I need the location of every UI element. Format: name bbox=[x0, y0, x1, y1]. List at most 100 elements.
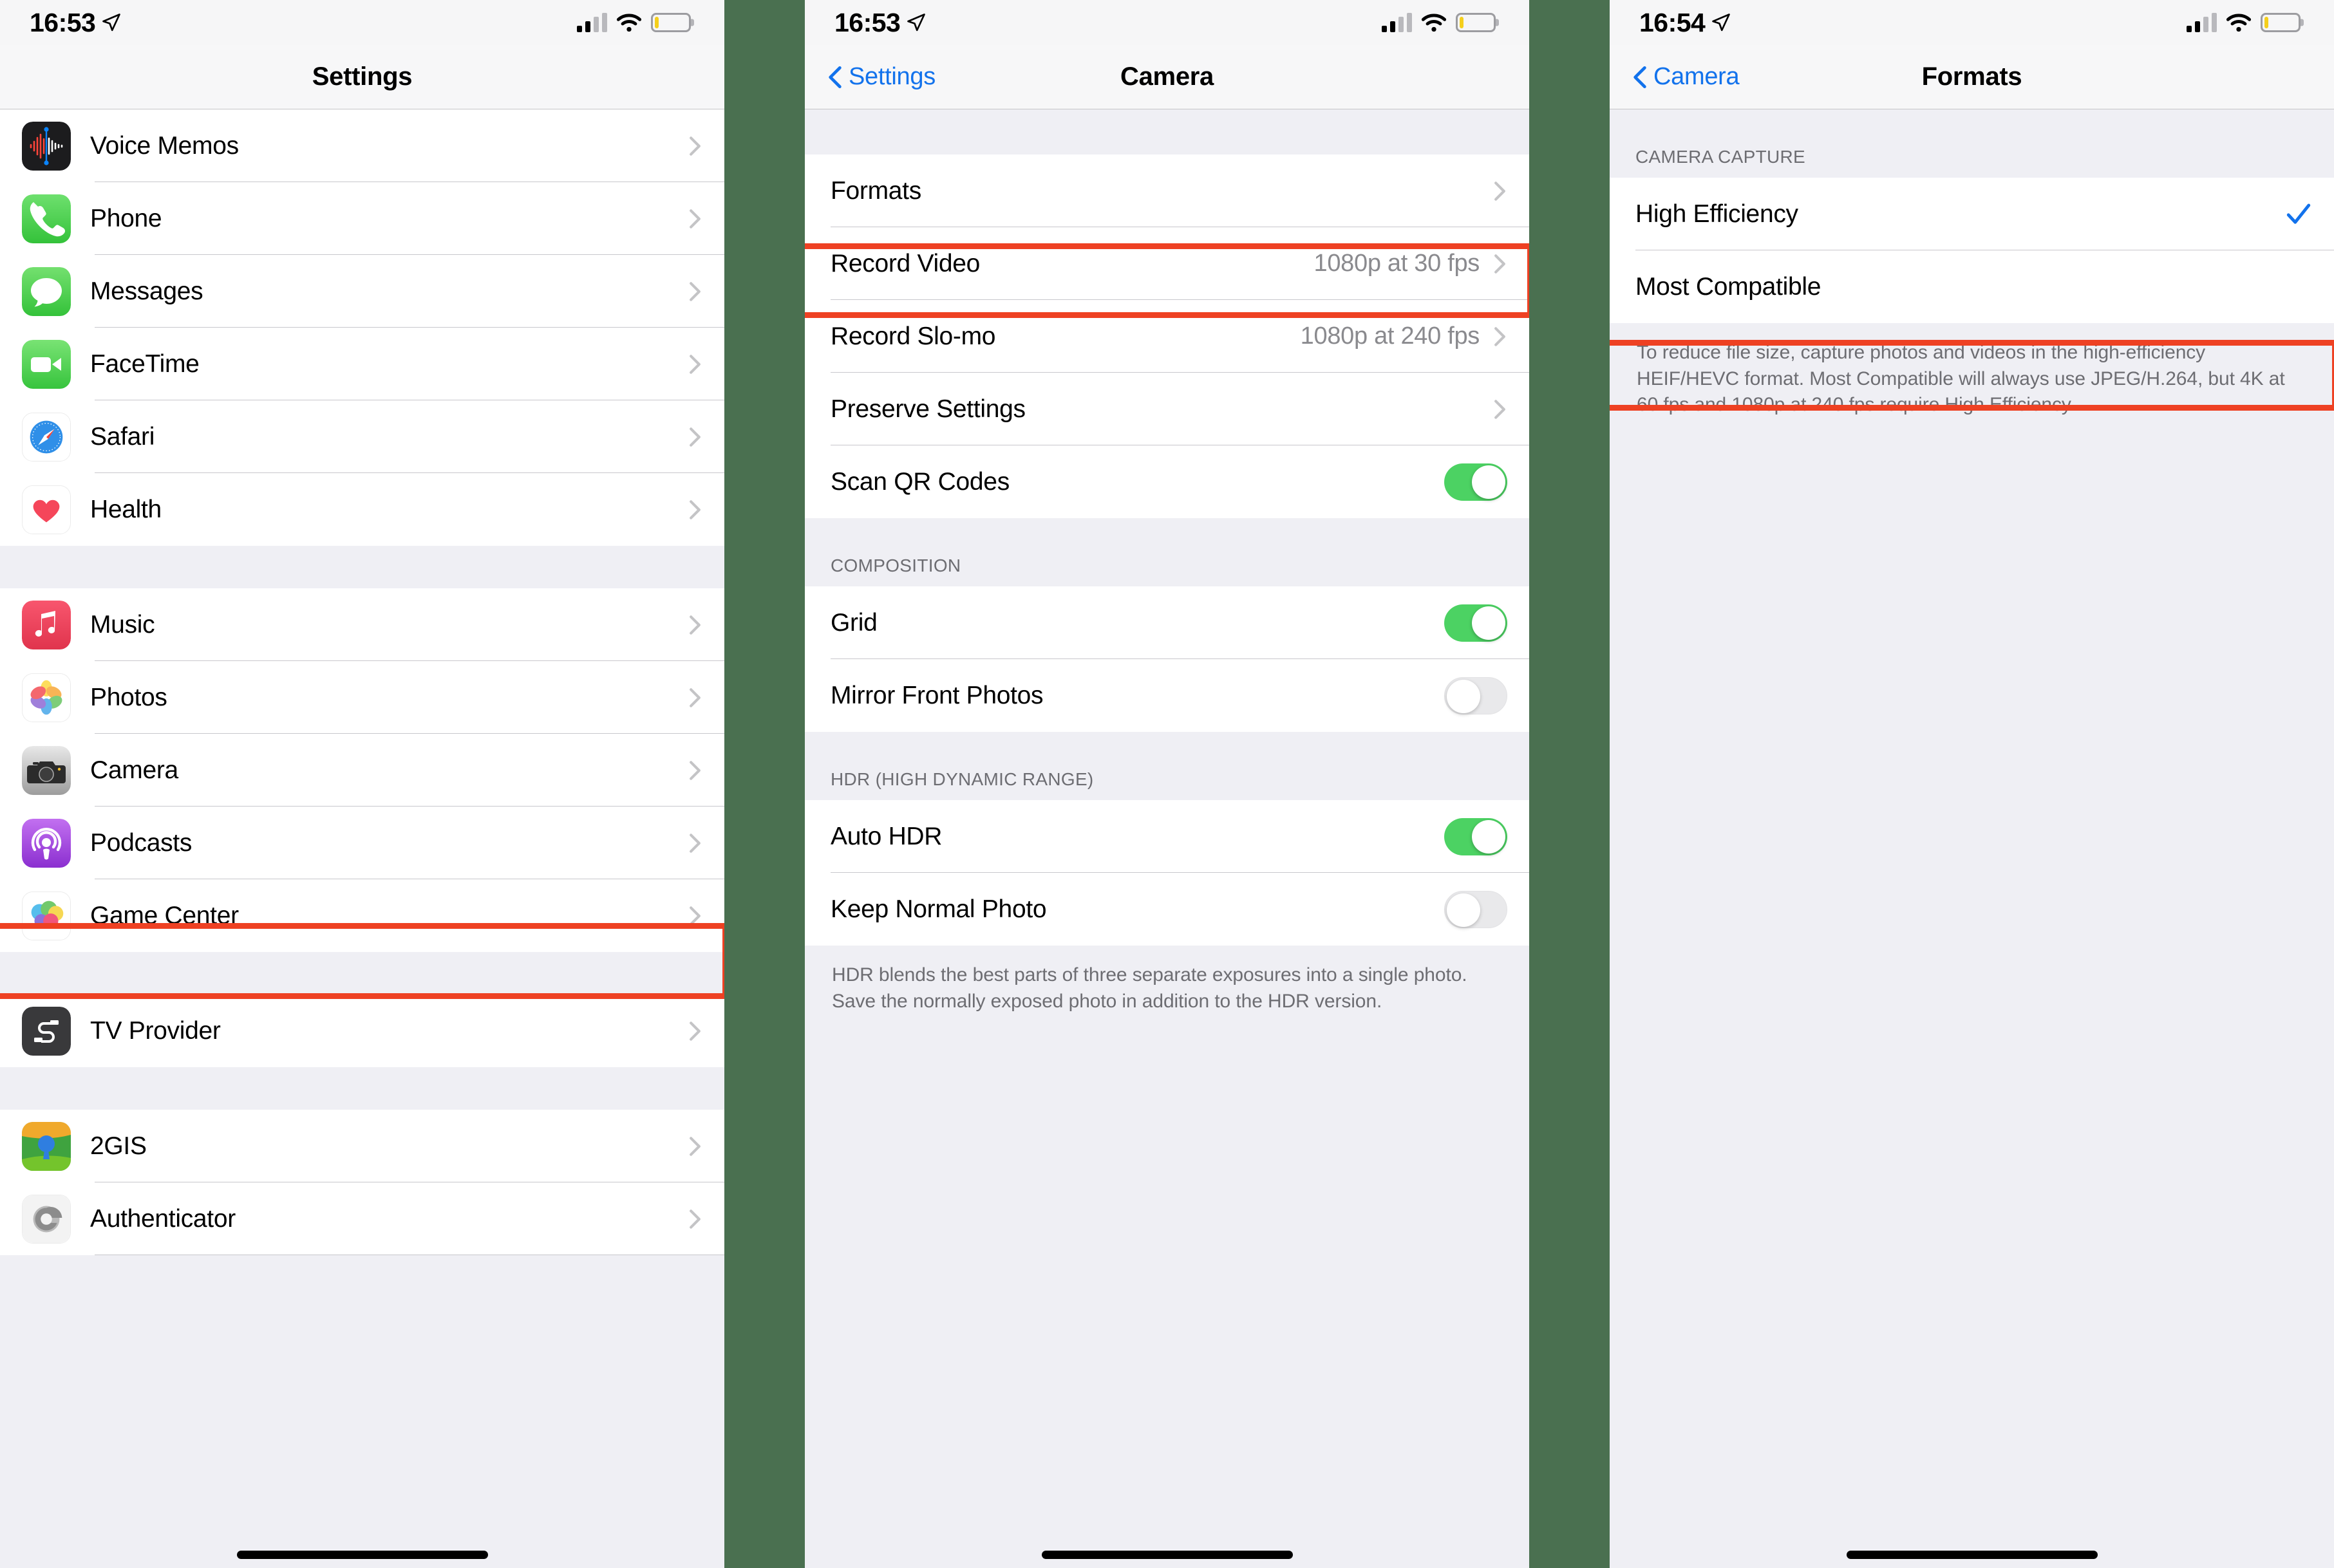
row-scan-qr-codes[interactable]: Scan QR Codes bbox=[805, 445, 1529, 518]
row-record-video[interactable]: Record Video 1080p at 30 fps bbox=[805, 227, 1529, 300]
screen-settings: 16:53 Settings Voice Memos Phone Message… bbox=[0, 0, 724, 1568]
screen-formats: 16:54 Camera Formats CAMERA CAPTURE High… bbox=[1610, 0, 2334, 1568]
panel-gap-1 bbox=[724, 0, 805, 1568]
battery-low-icon bbox=[651, 13, 691, 32]
section-gap bbox=[0, 952, 724, 994]
sidebar-item-label: Safari bbox=[90, 422, 155, 451]
chevron-right-icon bbox=[689, 1208, 701, 1230]
battery-low-icon bbox=[1456, 13, 1496, 32]
row-value: 1080p at 240 fps bbox=[1300, 322, 1480, 350]
screen-camera: 16:53 Settings Camera Formats Record Vid… bbox=[805, 0, 1529, 1568]
sidebar-item-label: Camera bbox=[90, 756, 178, 784]
chevron-left-icon bbox=[828, 65, 842, 89]
sidebar-item-health[interactable]: Health bbox=[0, 473, 724, 546]
location-arrow-icon bbox=[102, 13, 121, 32]
toggle-grid[interactable] bbox=[1444, 604, 1507, 642]
sidebar-item-label: 2GIS bbox=[90, 1132, 147, 1160]
facetime-icon bbox=[22, 339, 71, 389]
sidebar-item-facetime[interactable]: FaceTime bbox=[0, 328, 724, 400]
row-high-efficiency[interactable]: High Efficiency bbox=[1610, 178, 2334, 250]
back-button-settings[interactable]: Settings bbox=[828, 63, 936, 91]
panel-gap-2 bbox=[1529, 0, 1610, 1568]
home-indicator[interactable] bbox=[1041, 1551, 1293, 1559]
camera-settings-list[interactable]: Formats Record Video 1080p at 30 fps Rec… bbox=[805, 109, 1529, 1568]
sidebar-item-label: FaceTime bbox=[90, 350, 200, 378]
row-label: Record Slo-mo bbox=[831, 322, 996, 350]
sidebar-item-phone[interactable]: Phone bbox=[0, 182, 724, 255]
status-bar-left: 16:54 bbox=[1639, 8, 1731, 38]
toggle-keep-normal-photo[interactable] bbox=[1444, 890, 1507, 928]
sidebar-item-2gis[interactable]: 2GIS bbox=[0, 1110, 724, 1182]
home-indicator[interactable] bbox=[1846, 1551, 2098, 1559]
chevron-right-icon bbox=[689, 1020, 701, 1042]
camera-group-composition: Grid Mirror Front Photos bbox=[805, 586, 1529, 732]
back-button-camera[interactable]: Camera bbox=[1633, 63, 1740, 91]
row-value: 1080p at 30 fps bbox=[1313, 250, 1480, 277]
row-most-compatible[interactable]: Most Compatible bbox=[1610, 250, 2334, 323]
location-arrow-icon bbox=[907, 13, 926, 32]
sidebar-item-photos[interactable]: Photos bbox=[0, 661, 724, 734]
nav-bar: Camera Formats bbox=[1610, 45, 2334, 109]
sidebar-item-voice-memos[interactable]: Voice Memos bbox=[0, 109, 724, 182]
row-mirror-front-photos[interactable]: Mirror Front Photos bbox=[805, 659, 1529, 732]
toggle-auto-hdr[interactable] bbox=[1444, 817, 1507, 855]
sidebar-item-safari[interactable]: Safari bbox=[0, 400, 724, 473]
status-bar-left: 16:53 bbox=[30, 8, 121, 38]
chevron-right-icon bbox=[689, 614, 701, 636]
sidebar-item-music[interactable]: Music bbox=[0, 588, 724, 661]
2gis-icon bbox=[22, 1121, 71, 1171]
chevron-right-icon bbox=[689, 281, 701, 303]
row-preserve-settings[interactable]: Preserve Settings bbox=[805, 373, 1529, 445]
chevron-right-icon bbox=[1494, 398, 1506, 420]
row-label: Auto HDR bbox=[831, 822, 943, 850]
health-icon bbox=[22, 485, 71, 534]
photos-icon bbox=[22, 673, 71, 722]
home-indicator[interactable] bbox=[236, 1551, 488, 1559]
toggle-mirror-front-photos[interactable] bbox=[1444, 677, 1507, 714]
settings-group-tv: TV Provider bbox=[0, 994, 724, 1067]
wifi-icon bbox=[616, 13, 642, 32]
row-label: Record Video bbox=[831, 249, 980, 277]
wifi-icon bbox=[2226, 13, 2252, 32]
game-center-icon bbox=[22, 891, 71, 940]
formats-group: High Efficiency Most Compatible bbox=[1610, 178, 2334, 323]
chevron-right-icon bbox=[689, 905, 701, 927]
row-grid[interactable]: Grid bbox=[805, 586, 1529, 659]
row-auto-hdr[interactable]: Auto HDR bbox=[805, 800, 1529, 873]
chevron-right-icon bbox=[689, 1135, 701, 1157]
sidebar-item-podcasts[interactable]: Podcasts bbox=[0, 807, 724, 879]
sidebar-item-authenticator[interactable]: Authenticator bbox=[0, 1182, 724, 1255]
row-record-slo-mo[interactable]: Record Slo-mo 1080p at 240 fps bbox=[805, 300, 1529, 373]
status-time: 16:53 bbox=[834, 7, 901, 37]
sidebar-item-label: Podcasts bbox=[90, 828, 193, 857]
podcasts-icon bbox=[22, 818, 71, 868]
status-bar-right bbox=[1382, 13, 1496, 32]
row-keep-normal-photo[interactable]: Keep Normal Photo bbox=[805, 873, 1529, 946]
chevron-left-icon bbox=[1633, 65, 1647, 89]
three-panel-screenshot: 16:53 Settings Voice Memos Phone Message… bbox=[0, 0, 2334, 1568]
sidebar-item-tv-provider[interactable]: TV Provider bbox=[0, 994, 724, 1067]
sidebar-item-label: TV Provider bbox=[90, 1016, 221, 1045]
safari-icon bbox=[22, 412, 71, 462]
row-label: High Efficiency bbox=[1635, 200, 1798, 228]
chevron-right-icon bbox=[1494, 253, 1506, 275]
footer-note-hdr: HDR blends the best parts of three separ… bbox=[805, 946, 1529, 1014]
status-bar-right bbox=[2187, 13, 2301, 32]
camera-group-hdr: Auto HDR Keep Normal Photo bbox=[805, 800, 1529, 946]
section-header-camera-capture: CAMERA CAPTURE bbox=[1610, 109, 2334, 178]
settings-group-thirdparty: 2GIS Authenticator bbox=[0, 1110, 724, 1255]
sidebar-item-messages[interactable]: Messages bbox=[0, 255, 724, 328]
sidebar-item-label: Messages bbox=[90, 277, 203, 305]
sidebar-item-label: Voice Memos bbox=[90, 131, 239, 160]
section-gap bbox=[0, 1067, 724, 1110]
authenticator-icon bbox=[22, 1194, 71, 1244]
sidebar-item-camera[interactable]: Camera bbox=[0, 734, 724, 807]
toggle-scan-qr-codes[interactable] bbox=[1444, 463, 1507, 501]
settings-list[interactable]: Voice Memos Phone Messages FaceTime Safa… bbox=[0, 109, 724, 1568]
sidebar-item-game-center[interactable]: Game Center bbox=[0, 879, 724, 952]
sidebar-item-label: Music bbox=[90, 610, 155, 639]
row-formats[interactable]: Formats bbox=[805, 154, 1529, 227]
formats-list[interactable]: CAMERA CAPTURE High Efficiency Most Comp… bbox=[1610, 109, 2334, 1568]
status-bar-left: 16:53 bbox=[834, 8, 926, 38]
nav-bar: Settings bbox=[0, 45, 724, 109]
